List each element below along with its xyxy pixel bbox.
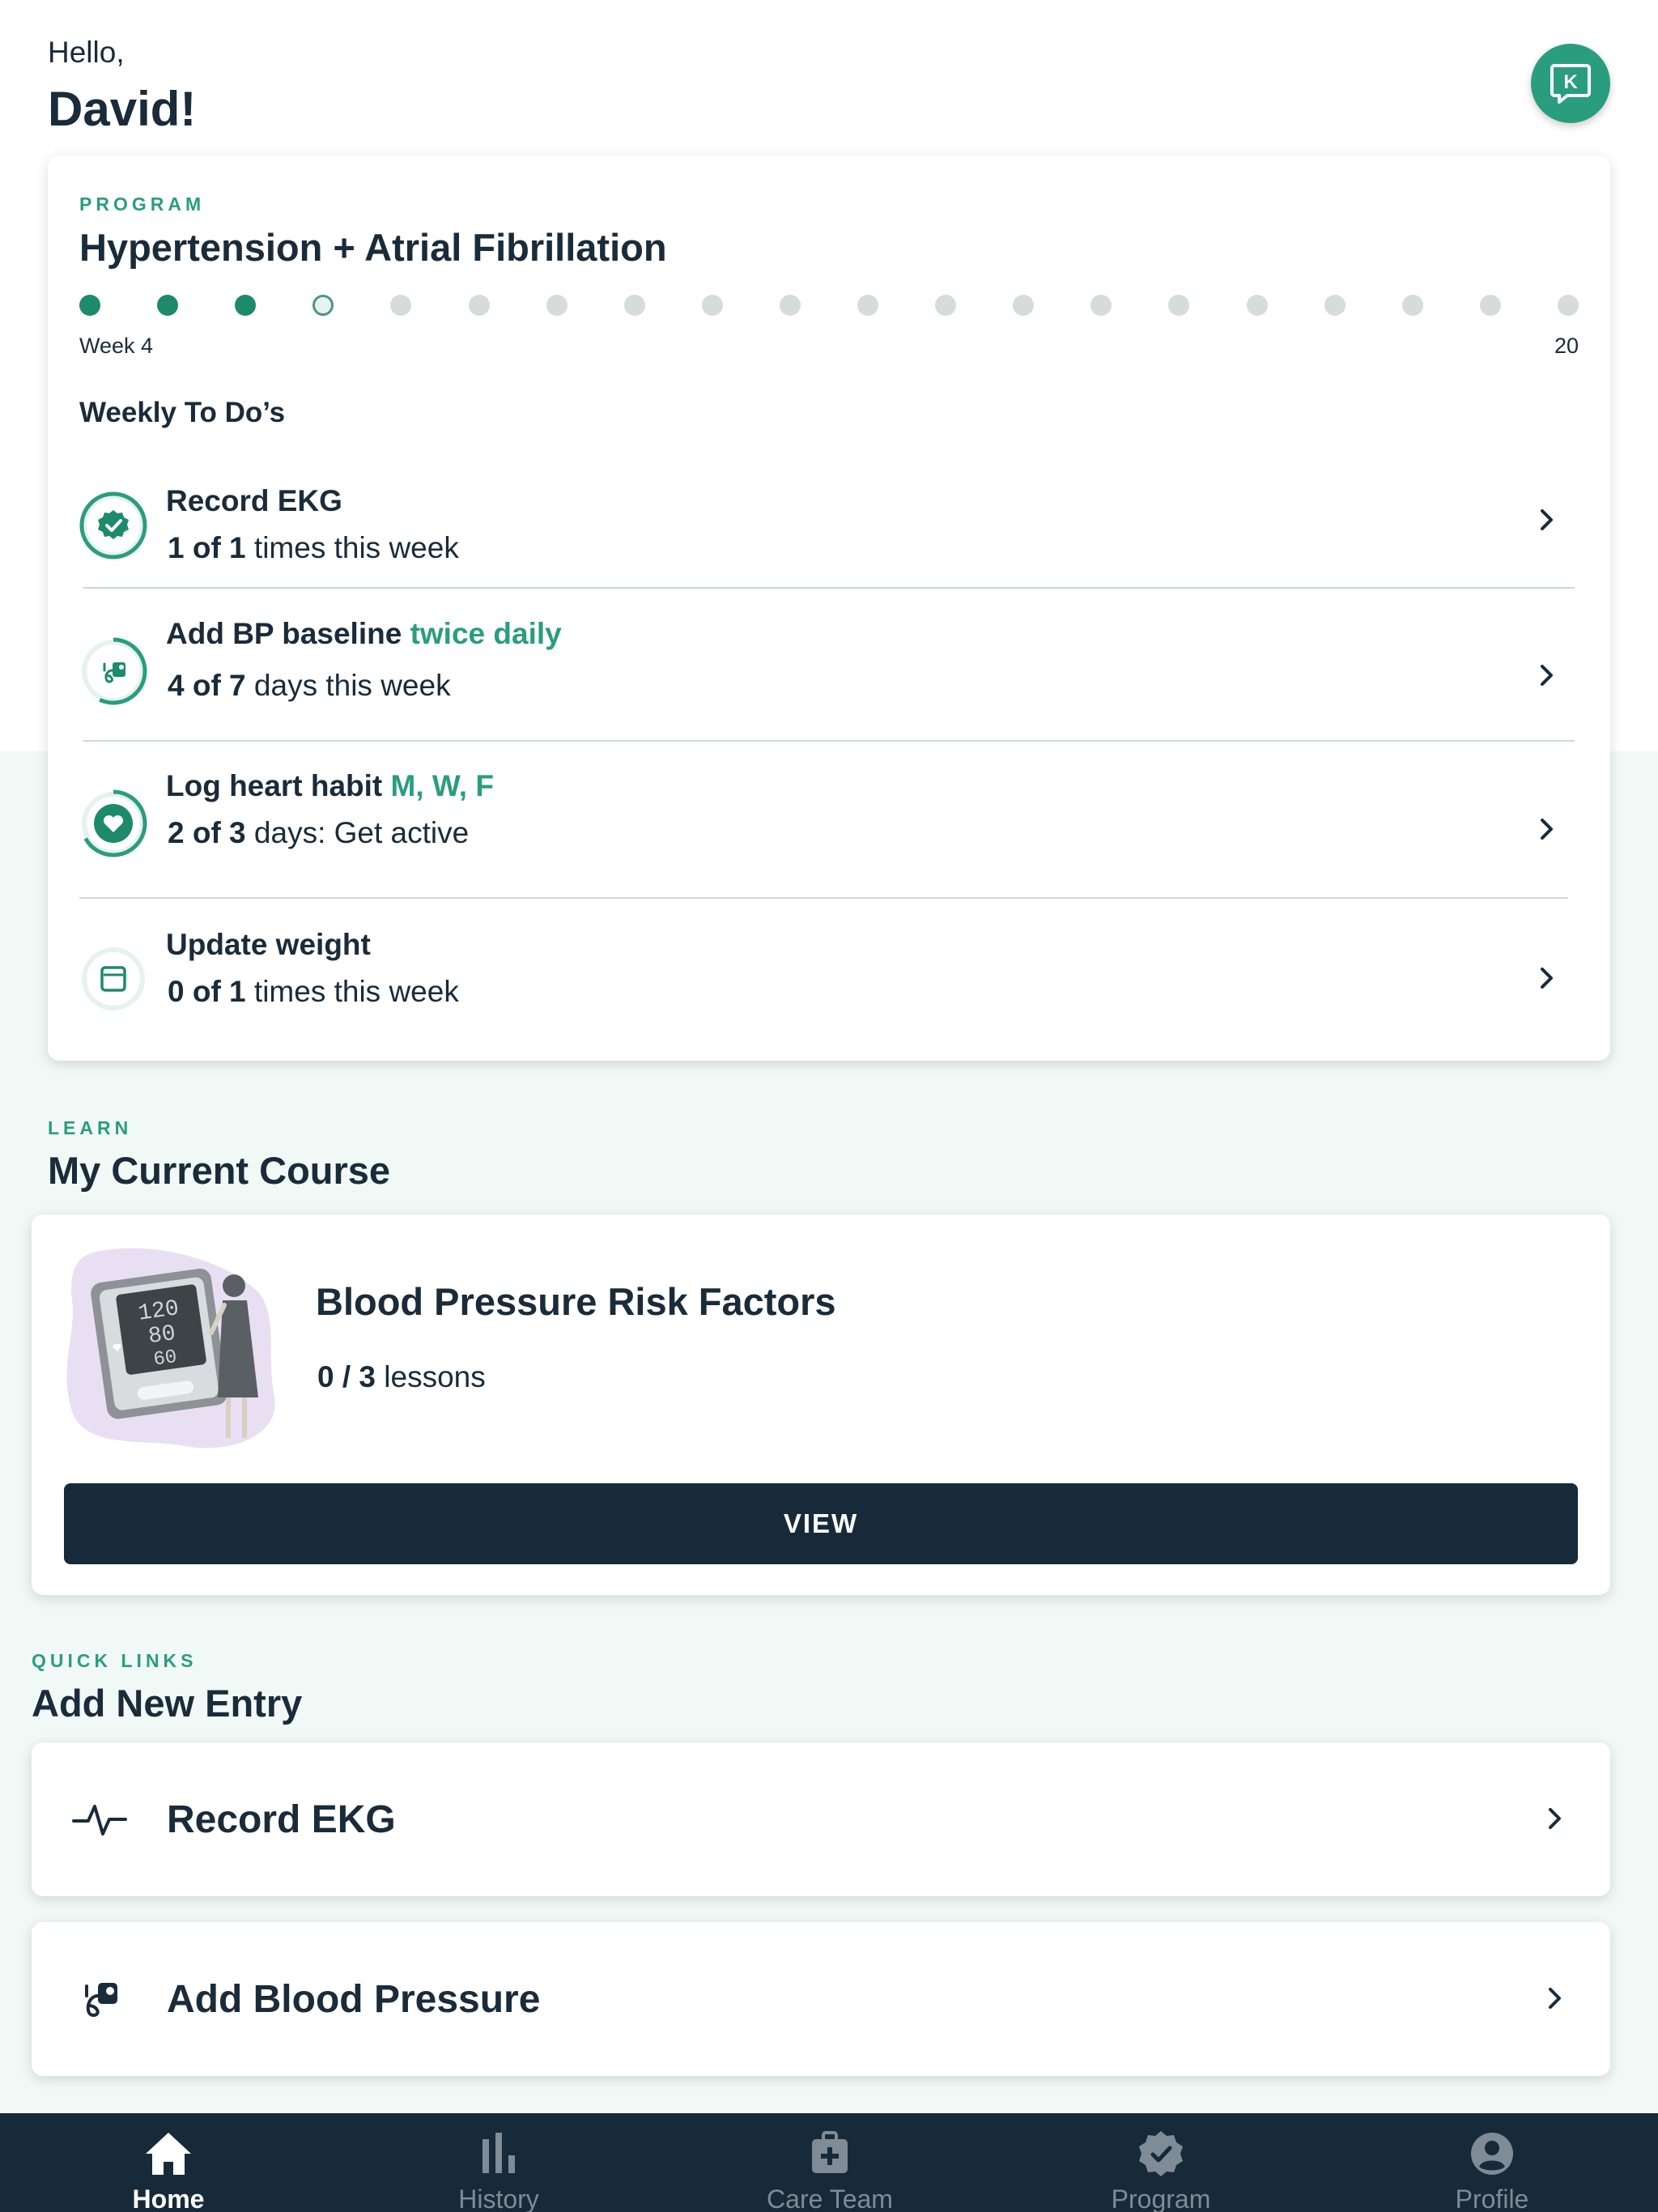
quick-links-title: Add New Entry [32, 1682, 303, 1725]
week-end-label: 20 [1554, 334, 1579, 358]
week-dot [779, 295, 801, 316]
quick-link-add-blood-pressure[interactable]: Add Blood Pressure [32, 1922, 1610, 2076]
program-card: PROGRAM Hypertension + Atrial Fibrillati… [48, 155, 1610, 1061]
badge-check-icon [98, 510, 129, 539]
course-progress: 0 / 3 lessons [317, 1360, 486, 1393]
week-start-label: Week 4 [79, 334, 154, 358]
person-icon [1471, 2133, 1513, 2175]
week-dot [701, 295, 723, 316]
view-course-button[interactable]: VIEW [64, 1483, 1578, 1564]
course-title: Blood Pressure Risk Factors [316, 1280, 836, 1323]
week-dot [1090, 295, 1112, 316]
bar-chart-icon [483, 2133, 515, 2173]
todo-title: Log heart habit M, W, F [166, 769, 494, 802]
chevron-right-icon [1541, 509, 1553, 530]
ekg-icon [72, 1805, 127, 1836]
week-dot [1324, 295, 1346, 316]
learn-title: My Current Course [48, 1149, 391, 1192]
todo-count: 0 of 1 times this week [168, 975, 459, 1008]
chevron-right-icon [1541, 968, 1553, 989]
chevron-right-icon [1541, 819, 1553, 840]
heart-icon [94, 804, 133, 843]
week-dot [1558, 295, 1579, 316]
todo-divider [83, 740, 1575, 742]
week-dot [312, 295, 334, 316]
week-dot [546, 295, 568, 316]
tab-label: Care Team [767, 2184, 893, 2212]
chevron-right-icon [1541, 665, 1553, 686]
todo-divider [79, 897, 1568, 899]
todo-divider [83, 587, 1575, 589]
week-dot [468, 295, 490, 316]
blood-pressure-cuff-icon [85, 1983, 117, 2018]
chat-button[interactable]: K [1531, 44, 1610, 123]
svg-text:60: 60 [152, 1346, 178, 1372]
week-dot [390, 295, 412, 316]
chevron-right-icon [1549, 1808, 1561, 1829]
medical-bag-icon [812, 2131, 848, 2173]
badge-check-icon [1139, 2131, 1183, 2176]
todo-progress-ring [77, 635, 150, 708]
quick-links-eyebrow: QUICK LINKS [32, 1650, 198, 1671]
todo-count: 2 of 3 days: Get active [168, 816, 470, 849]
greeting-name: David! [48, 82, 197, 136]
greeting-hello: Hello, [48, 36, 125, 69]
week-dot [1168, 295, 1190, 316]
todo-title: Add BP baseline twice daily [166, 617, 562, 650]
quick-link-record-ekg[interactable]: Record EKG [32, 1742, 1610, 1896]
quick-link-label: Add Blood Pressure [167, 1978, 541, 2021]
weekly-todos-heading: Weekly To Do’s [79, 397, 286, 428]
tab-label: Program [1111, 2184, 1211, 2212]
todo-log-heart-habit[interactable]: Log heart habit M, W, F 2 of 3 days: Get… [77, 753, 1581, 907]
week-dot [1401, 295, 1423, 316]
blood-pressure-monitor-illustration: 120 80 60 [66, 1248, 275, 1448]
learn-eyebrow: LEARN [48, 1117, 133, 1138]
tab-profile[interactable]: Profile [1371, 2113, 1613, 2212]
todo-add-bp-baseline[interactable]: Add BP baseline twice daily 4 of 7 days … [77, 598, 1581, 751]
tab-history[interactable]: History [377, 2113, 620, 2212]
week-dot [935, 295, 957, 316]
todo-progress-ring [77, 489, 150, 562]
course-card: 120 80 60 Blood Pressure Risk Factors 0 … [32, 1214, 1610, 1595]
svg-text:K: K [1563, 71, 1578, 93]
bottom-tab-bar: Home History Care Team Program Profile [0, 2113, 1658, 2212]
week-dot [235, 295, 257, 316]
svg-text:80: 80 [147, 1321, 177, 1350]
scale-icon [100, 966, 126, 992]
chevron-right-icon [1549, 1988, 1561, 2009]
todo-count: 4 of 7 days this week [168, 669, 451, 702]
week-dot [1479, 295, 1501, 316]
week-progress-dots [79, 295, 1579, 316]
todo-progress-ring [77, 942, 150, 1015]
week-dot [79, 295, 100, 316]
program-title: Hypertension + Atrial Fibrillation [79, 226, 667, 269]
week-dot [623, 295, 645, 316]
week-dot [1246, 295, 1268, 316]
week-dot [157, 295, 179, 316]
todo-count: 1 of 1 times this week [168, 531, 459, 564]
tab-label: History [458, 2184, 539, 2212]
program-eyebrow: PROGRAM [79, 194, 206, 215]
week-dot [857, 295, 879, 316]
tab-home[interactable]: Home [47, 2113, 290, 2212]
blood-pressure-cuff-icon [103, 662, 125, 683]
todo-title: Update weight [166, 928, 371, 961]
quick-link-label: Record EKG [167, 1798, 396, 1841]
tab-label: Home [132, 2184, 205, 2212]
tab-care-team[interactable]: Care Team [708, 2113, 951, 2212]
todo-update-weight[interactable]: Update weight 0 of 1 times this week [77, 907, 1581, 1061]
home-icon [146, 2133, 191, 2175]
week-dot [1013, 295, 1035, 316]
todo-progress-ring [77, 787, 150, 860]
tab-program[interactable]: Program [1039, 2113, 1282, 2212]
tab-label: Profile [1455, 2184, 1529, 2212]
chat-bubble-icon: K [1550, 64, 1591, 104]
todo-title: Record EKG [166, 484, 342, 517]
